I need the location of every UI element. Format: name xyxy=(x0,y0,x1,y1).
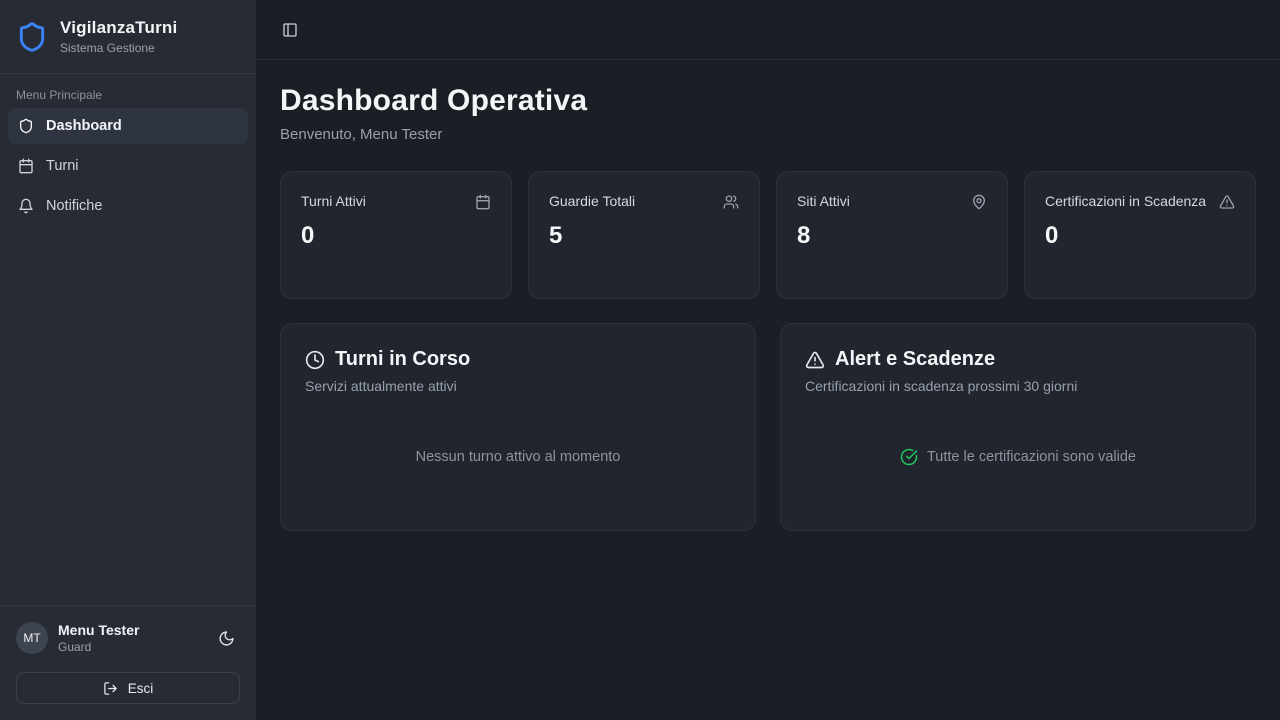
stat-label: Siti Attivi xyxy=(797,192,850,212)
stat-label: Certificazioni in Scadenza xyxy=(1045,192,1206,212)
sidebar: VigilanzaTurni Sistema Gestione Menu Pri… xyxy=(0,0,256,720)
map-pin-icon xyxy=(971,194,987,210)
app-brand: VigilanzaTurni Sistema Gestione xyxy=(0,0,256,74)
stat-value: 8 xyxy=(797,222,987,250)
main-nav: Dashboard Turni Notifiche xyxy=(0,108,256,224)
sidebar-item-notifiche[interactable]: Notifiche xyxy=(8,188,248,224)
log-out-icon xyxy=(103,681,118,696)
user-name: Menu Tester xyxy=(58,622,202,638)
panel-turni-in-corso: Turni in Corso Servizi attualmente attiv… xyxy=(280,323,756,531)
empty-state-text: Nessun turno attivo al momento xyxy=(416,449,621,465)
users-icon xyxy=(723,194,739,210)
clock-icon xyxy=(305,350,325,370)
stat-card-siti-attivi: Siti Attivi 8 xyxy=(776,171,1008,299)
logout-button[interactable]: Esci xyxy=(16,672,240,704)
page-title: Dashboard Operativa xyxy=(280,84,1256,118)
stats-grid: Turni Attivi 0 Guardie Totali 5 xyxy=(280,171,1256,299)
page-subtitle: Benvenuto, Menu Tester xyxy=(280,126,1256,143)
nav-section-label: Menu Principale xyxy=(0,74,256,108)
panel-alert-scadenze: Alert e Scadenze Certificazioni in scade… xyxy=(780,323,1256,531)
stat-card-turni-attivi: Turni Attivi 0 xyxy=(280,171,512,299)
panel-title: Turni in Corso xyxy=(335,348,470,371)
panels-grid: Turni in Corso Servizi attualmente attiv… xyxy=(280,323,1256,531)
check-circle-icon xyxy=(900,448,918,466)
sidebar-item-label: Notifiche xyxy=(46,198,102,214)
calendar-icon xyxy=(18,158,34,174)
stat-value: 0 xyxy=(1045,222,1235,250)
sidebar-footer: MT Menu Tester Guard Esci xyxy=(0,605,256,720)
theme-toggle-button[interactable] xyxy=(212,624,240,652)
calendar-icon xyxy=(475,194,491,210)
moon-icon xyxy=(218,630,235,647)
stat-value: 0 xyxy=(301,222,491,250)
logout-label: Esci xyxy=(128,681,154,696)
stat-label: Turni Attivi xyxy=(301,192,366,212)
bell-icon xyxy=(18,198,34,214)
sidebar-item-turni[interactable]: Turni xyxy=(8,148,248,184)
panel-title: Alert e Scadenze xyxy=(835,348,995,371)
panel-subtitle: Servizi attualmente attivi xyxy=(305,378,731,394)
content: Dashboard Operativa Benvenuto, Menu Test… xyxy=(256,60,1280,555)
user-role: Guard xyxy=(58,640,202,654)
stat-card-certificazioni: Certificazioni in Scadenza 0 xyxy=(1024,171,1256,299)
app-title: VigilanzaTurni xyxy=(60,18,177,38)
sidebar-toggle-button[interactable] xyxy=(278,18,302,42)
topbar xyxy=(256,0,1280,60)
avatar: MT xyxy=(16,622,48,654)
sidebar-spacer xyxy=(0,224,256,605)
sidebar-item-label: Dashboard xyxy=(46,118,122,134)
empty-state-text: Tutte le certificazioni sono valide xyxy=(927,449,1136,465)
panel-left-icon xyxy=(282,22,298,38)
alert-triangle-icon xyxy=(1219,194,1235,210)
shield-logo-icon xyxy=(16,21,48,53)
shield-icon xyxy=(18,118,34,134)
user-row: MT Menu Tester Guard xyxy=(16,622,240,654)
main-area: Dashboard Operativa Benvenuto, Menu Test… xyxy=(256,0,1280,720)
sidebar-item-dashboard[interactable]: Dashboard xyxy=(8,108,248,144)
stat-card-guardie-totali: Guardie Totali 5 xyxy=(528,171,760,299)
stat-label: Guardie Totali xyxy=(549,192,635,212)
sidebar-item-label: Turni xyxy=(46,158,79,174)
alert-triangle-icon xyxy=(805,350,825,370)
app-subtitle: Sistema Gestione xyxy=(60,41,177,55)
panel-subtitle: Certificazioni in scadenza prossimi 30 g… xyxy=(805,378,1231,394)
stat-value: 5 xyxy=(549,222,739,250)
